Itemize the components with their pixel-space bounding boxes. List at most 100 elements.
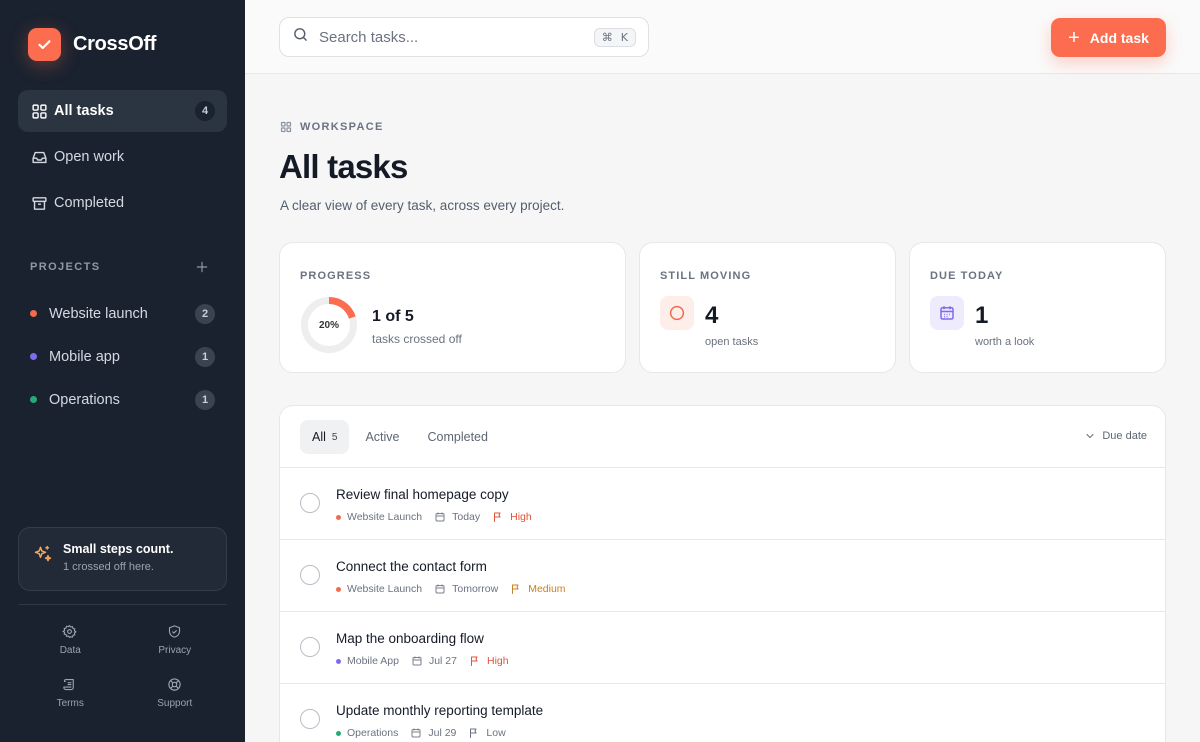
project-dot [30,396,37,403]
nav-item-completed[interactable]: Completed [18,182,227,224]
tab-label: Active [365,430,400,444]
task-row[interactable]: Connect the contact form Website Launch … [280,540,1165,612]
nav-label: All tasks [54,103,114,119]
task-due: Jul 29 [428,727,457,739]
task-meta: Website Launch Tomorrow Medium [336,583,566,595]
sidebar-footer: Data Privacy Terms Support [18,617,227,715]
task-title: Update monthly reporting template [336,703,544,718]
search-icon [292,26,309,48]
search-box[interactable]: ⌘ K [279,17,649,57]
shield-icon [167,624,183,640]
project-item-website-launch[interactable]: Website launch 2 [18,292,227,335]
project-dot [30,310,37,317]
tab-label: All [312,430,326,444]
progress-value: 1 of 5 [372,308,414,325]
task-due: Today [452,511,481,523]
task-checkbox[interactable] [300,565,320,585]
nav-item-open-work[interactable]: Open work [18,136,227,178]
footer-label: Terms [56,697,84,709]
footer-terms-link[interactable]: Terms [18,670,123,715]
still-moving-value: 4 [705,302,719,329]
progress-card: PROGRESS 20% 1 of 5 tasks crossed off [279,242,626,373]
task-due: Tomorrow [452,583,499,595]
footer-data-link[interactable]: Data [18,617,123,662]
scroll-icon [62,677,78,693]
footer-label: Support [157,697,193,709]
task-row[interactable]: Review final homepage copy Website Launc… [280,468,1165,540]
top-bar: ⌘ K + Add task [245,0,1200,74]
footer-privacy-link[interactable]: Privacy [123,617,228,662]
task-project: Operations [347,727,399,739]
tab-label: Completed [427,430,488,444]
task-checkbox[interactable] [300,709,320,729]
sidebar-divider [18,604,227,605]
tab-active[interactable]: Active [353,420,411,454]
filter-tabs: All 5 Active Completed [300,420,504,454]
project-item-mobile-app[interactable]: Mobile app 1 [18,335,227,378]
plus-icon: + [1068,26,1080,49]
tab-count: 5 [331,431,338,443]
tab-completed[interactable]: Completed [416,420,500,454]
project-dot [336,514,341,520]
task-list: All 5 Active Completed Due date Review f… [279,405,1166,742]
footer-label: Data [59,644,81,656]
project-label: Operations [49,391,120,408]
due-today-value: 1 [975,302,989,329]
calendar-icon [930,296,964,330]
project-dot [336,586,341,592]
project-item-operations[interactable]: Operations 1 [18,378,227,421]
shortcut-hint: ⌘ K [593,27,636,47]
motivation-subtitle: 1 crossed off here. [63,561,154,573]
due-today-label: DUE TODAY [930,270,1004,282]
projects-list: Website launch 2 Mobile app 1 Operations… [18,292,227,421]
task-priority: Medium [528,583,566,595]
task-meta: Operations Jul 29 Low [336,727,506,739]
add-project-button[interactable] [194,259,210,275]
task-row[interactable]: Map the onboarding flow Mobile App Jul 2… [280,612,1165,684]
breadcrumb-label: WORKSPACE [300,121,384,133]
due-today-note: worth a look [975,336,1035,348]
still-moving-note: open tasks [705,336,759,348]
nav-label: Open work [54,149,125,165]
add-task-button[interactable]: + Add task [1051,18,1166,57]
nav-item-all-tasks[interactable]: All tasks 4 [18,90,227,132]
command-key: ⌘ [601,30,613,44]
sort-dropdown[interactable]: Due date [1084,430,1147,442]
task-due: Jul 27 [428,655,457,667]
sparkle-icon [33,544,55,566]
tab-all[interactable]: All 5 [300,420,350,454]
search-input[interactable] [319,28,594,46]
task-title: Connect the contact form [336,559,487,574]
chevron-down-icon [1084,430,1096,442]
app-logo[interactable]: CrossOff [28,28,156,61]
task-title: Map the onboarding flow [336,631,484,646]
project-label: Mobile app [49,348,120,365]
grid-icon [280,121,292,133]
sort-label: Due date [1102,430,1147,442]
task-checkbox[interactable] [300,493,320,513]
archive-icon [30,194,48,212]
add-task-label: Add task [1089,29,1149,46]
task-project: Website Launch [347,583,423,595]
task-checkbox[interactable] [300,637,320,657]
task-priority: High [486,655,509,667]
grid-icon [30,102,48,120]
calendar-icon [411,655,423,667]
still-moving-label: STILL MOVING [660,270,752,282]
circle-icon [660,296,694,330]
footer-label: Privacy [158,644,192,656]
inbox-icon [30,148,48,166]
flag-icon [468,727,480,739]
gear-icon [62,624,78,640]
task-row[interactable]: Update monthly reporting template Operat… [280,684,1165,742]
project-count: 1 [195,389,215,410]
motivation-card: Small steps count. 1 crossed off here. [18,527,227,591]
project-label: Website launch [49,305,148,322]
projects-header: PROJECTS [30,259,210,275]
sidebar: CrossOff All tasks 4 Open work Completed… [0,0,245,742]
app-name: CrossOff [73,33,157,55]
project-dot [30,353,37,360]
footer-support-link[interactable]: Support [123,670,228,715]
shortcut-key: K [620,30,628,44]
nav-count: 4 [195,101,215,121]
